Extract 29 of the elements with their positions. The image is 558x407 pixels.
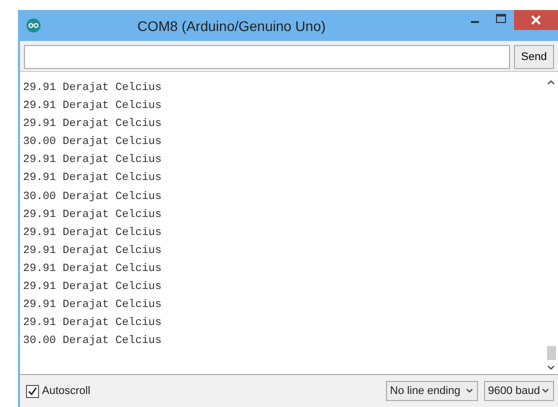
window-title: COM8 (Arduino/Genuino Uno) bbox=[136, 18, 327, 34]
output-line: 30.00 Derajat Celcius bbox=[23, 135, 163, 150]
output-line: 29.91 Derajat Celcius bbox=[23, 298, 163, 314]
autoscroll-label: Autoscroll bbox=[42, 385, 90, 397]
baud-rate-dropdown[interactable]: 9600 baud bbox=[484, 381, 554, 401]
caret-icon bbox=[541, 387, 550, 395]
output-line: 29.91 Derajat Celcius bbox=[23, 99, 163, 114]
output-line: 29.91 Derajat Celcius bbox=[23, 208, 163, 223]
close-icon[interactable] bbox=[514, 10, 558, 30]
output-line: 29.91 Derajat Celcius bbox=[23, 244, 163, 259]
output-line: 29.91 Derajat Celcius bbox=[23, 316, 163, 332]
caret-icon bbox=[465, 387, 474, 395]
output-line: 29.91 Derajat Celcius bbox=[23, 117, 163, 132]
output-line: 30.00 Derajat Celcius bbox=[23, 190, 163, 205]
input-field[interactable] bbox=[24, 45, 510, 69]
output-line: 29.91 Derajat Celcius bbox=[23, 81, 163, 96]
output-line: 29.91 Derajat Celcius bbox=[23, 280, 163, 296]
send-button[interactable]: Send bbox=[514, 45, 554, 69]
output-line: 29.91 Derajat Celcius bbox=[23, 153, 163, 168]
app-logo-icon bbox=[26, 18, 41, 33]
output-line: 30.00 Derajat Celcius bbox=[23, 334, 163, 350]
line-ending-dropdown[interactable]: No line ending bbox=[386, 381, 478, 401]
output-line: 29.91 Derajat Celcius bbox=[23, 171, 163, 186]
output-line: 29.91 Derajat Celcius bbox=[23, 262, 163, 277]
autoscroll-checkbox[interactable] bbox=[26, 384, 39, 398]
scroll-down-icon[interactable] bbox=[546, 364, 556, 372]
output-line: 29.91 Derajat Celcius bbox=[23, 226, 163, 241]
scrollbar-thumb[interactable] bbox=[546, 346, 556, 360]
scroll-up-icon[interactable] bbox=[546, 78, 556, 86]
